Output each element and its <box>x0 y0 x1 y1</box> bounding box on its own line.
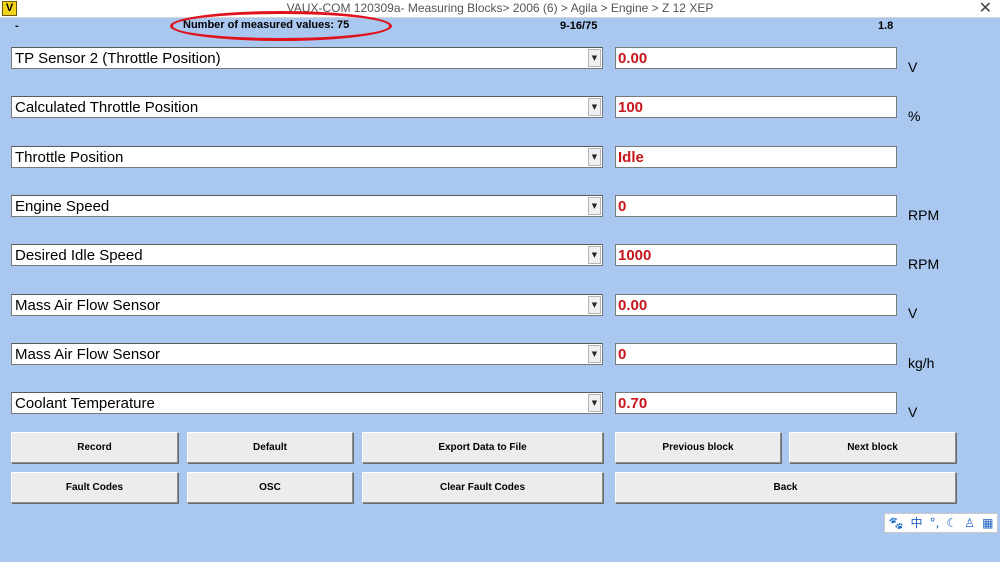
chevron-down-icon[interactable]: ▼ <box>588 345 601 363</box>
measured-value: 100 <box>618 99 644 116</box>
measured-value: 1000 <box>618 247 652 264</box>
block-range: 9-16/75 <box>560 20 598 32</box>
unit-label: kg/h <box>908 355 935 371</box>
record-button[interactable]: Record <box>11 432 178 463</box>
measured-value: 0 <box>618 346 627 363</box>
chevron-down-icon[interactable]: ▼ <box>588 98 601 116</box>
unit-label: V <box>908 404 918 420</box>
measuring-value-select[interactable]: Mass Air Flow Sensor ▼ <box>11 294 603 316</box>
select-label: Engine Speed <box>15 198 110 215</box>
select-label: Mass Air Flow Sensor <box>15 346 161 363</box>
previous-block-button[interactable]: Previous block <box>615 432 781 463</box>
moon-icon[interactable]: ☾ <box>946 514 957 532</box>
chinese-input-icon[interactable]: 中 <box>911 514 923 532</box>
status-dash: - <box>15 20 19 32</box>
paw-icon[interactable]: 🐾 <box>889 514 904 532</box>
unit-label: V <box>908 59 918 75</box>
measured-value: 0.00 <box>618 50 648 67</box>
measured-value: Idle <box>618 149 644 166</box>
measured-value-field: 0.70 <box>615 392 897 414</box>
select-label: Calculated Throttle Position <box>15 99 199 116</box>
unit-label: RPM <box>908 256 940 272</box>
select-label: Mass Air Flow Sensor <box>15 297 161 314</box>
default-button[interactable]: Default <box>187 432 353 463</box>
chevron-down-icon[interactable]: ▼ <box>588 246 601 264</box>
measuring-value-select[interactable]: Engine Speed ▼ <box>11 195 603 217</box>
chevron-down-icon[interactable]: ▼ <box>588 197 601 215</box>
unit-label: % <box>908 108 921 124</box>
grid-icon[interactable]: ▦ <box>982 514 993 532</box>
measured-value-field: Idle <box>615 146 897 168</box>
ime-toolbar: 🐾 中 °, ☾ ♙ ▦ <box>884 513 998 533</box>
highlight-ellipse <box>170 11 392 41</box>
window-title: VAUX-COM 120309a- Measuring Blocks> 2006… <box>286 1 714 15</box>
osc-button[interactable]: OSC <box>187 472 353 503</box>
measured-value: 0 <box>618 198 627 215</box>
next-block-button[interactable]: Next block <box>789 432 956 463</box>
chevron-down-icon[interactable]: ▼ <box>588 49 601 67</box>
punctuation-icon[interactable]: °, <box>930 514 940 532</box>
select-label: Desired Idle Speed <box>15 247 143 264</box>
measured-value: 0.00 <box>618 297 648 314</box>
unit-label: V <box>908 305 918 321</box>
chevron-down-icon[interactable]: ▼ <box>588 148 601 166</box>
version-number: 1.8 <box>878 20 894 32</box>
measured-value-field: 0.00 <box>615 294 897 316</box>
measured-value-field: 0.00 <box>615 47 897 69</box>
measuring-value-select[interactable]: Calculated Throttle Position ▼ <box>11 96 603 118</box>
back-button[interactable]: Back <box>615 472 956 503</box>
measuring-value-select[interactable]: Coolant Temperature ▼ <box>11 392 603 414</box>
chevron-down-icon[interactable]: ▼ <box>588 394 601 412</box>
close-icon[interactable]: ✕ <box>979 0 992 16</box>
select-label: Coolant Temperature <box>15 395 155 412</box>
measuring-value-select[interactable]: TP Sensor 2 (Throttle Position) ▼ <box>11 47 603 69</box>
measured-value: 0.70 <box>618 395 648 412</box>
unit-label: RPM <box>908 207 940 223</box>
chevron-down-icon[interactable]: ▼ <box>588 296 601 314</box>
select-label: TP Sensor 2 (Throttle Position) <box>15 50 221 67</box>
measuring-value-select[interactable]: Mass Air Flow Sensor ▼ <box>11 343 603 365</box>
measured-value-field: 0 <box>615 343 897 365</box>
measured-value-field: 0 <box>615 195 897 217</box>
title-bar: V VAUX-COM 120309a- Measuring Blocks> 20… <box>0 0 1000 18</box>
clear-fault-codes-button[interactable]: Clear Fault Codes <box>362 472 603 503</box>
user-icon[interactable]: ♙ <box>964 514 975 532</box>
measured-value-field: 100 <box>615 96 897 118</box>
measuring-value-select[interactable]: Throttle Position ▼ <box>11 146 603 168</box>
fault-codes-button[interactable]: Fault Codes <box>11 472 178 503</box>
measuring-value-select[interactable]: Desired Idle Speed ▼ <box>11 244 603 266</box>
export-data-button[interactable]: Export Data to File <box>362 432 603 463</box>
select-label: Throttle Position <box>15 149 124 166</box>
measured-value-field: 1000 <box>615 244 897 266</box>
